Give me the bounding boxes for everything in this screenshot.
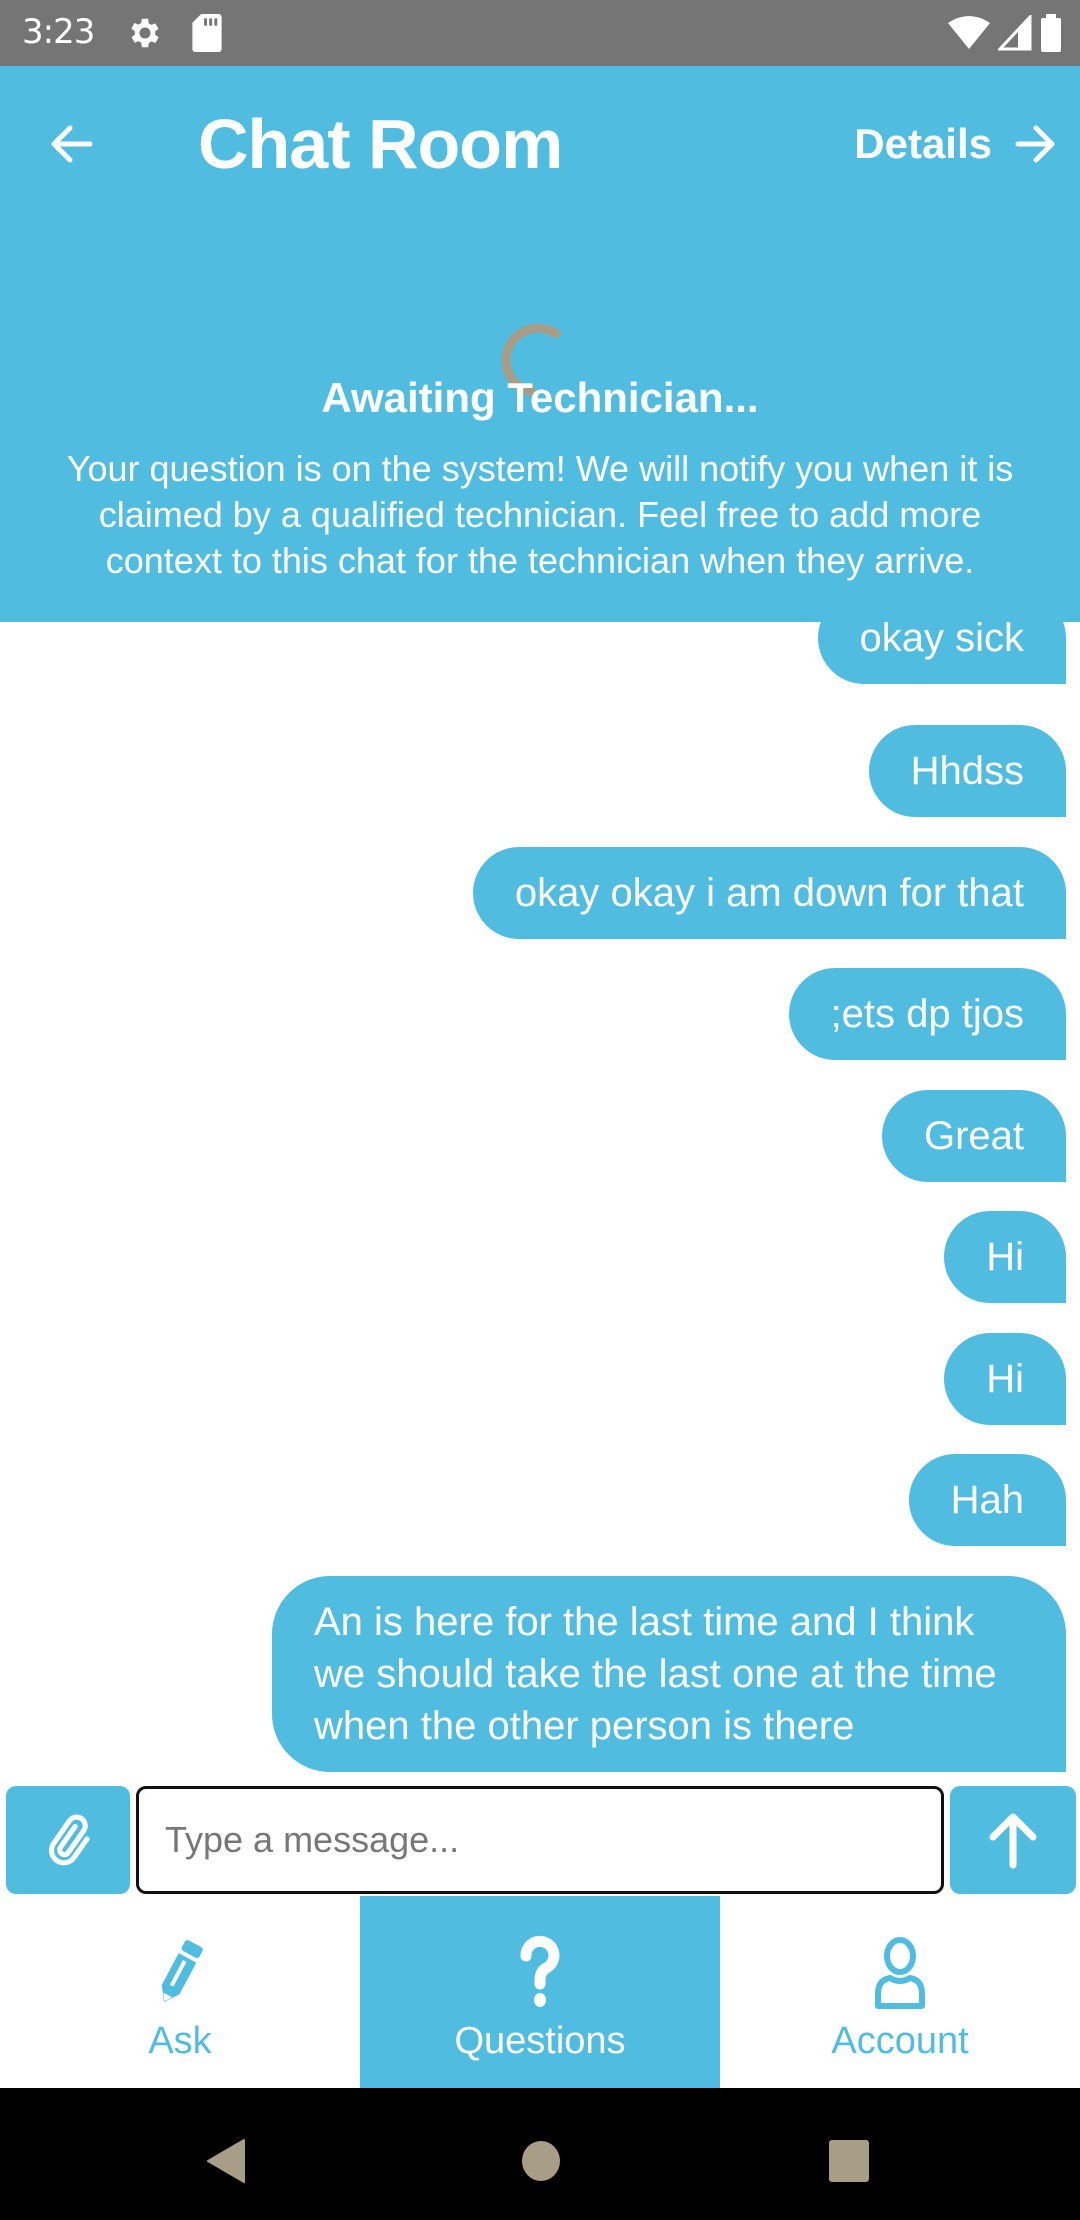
home-circle-icon[interactable] [518,2138,564,2184]
message-bubble: ;ets dp tjos [788,968,1066,1060]
message-bubble: Hi [944,1333,1066,1425]
arrow-right-icon [1015,125,1055,163]
message-bubble: okay okay i am down for that [472,847,1066,939]
nav-label: Ask [148,2020,212,2062]
message-bubble: Great [881,1090,1066,1182]
nav-tab-account[interactable]: Account [720,1896,1080,2088]
status-bar: 3:23 [0,0,1080,66]
system-navigation-bar [0,2088,1080,2220]
user-icon [875,1937,925,2009]
cell-signal-icon [998,15,1032,51]
page-title: Chat Room [198,105,563,183]
message-bubble: Hhdss [868,725,1066,817]
back-triangle-icon[interactable] [204,2138,250,2184]
attach-button[interactable] [6,1786,130,1894]
nav-tab-questions[interactable]: Questions [360,1896,720,2088]
status-description: Your question is on the system! We will … [66,448,1014,581]
message-bubble: Hah [908,1454,1066,1546]
battery-icon [1041,14,1061,52]
message-bubble: An is here for the last time and I think… [272,1576,1066,1772]
recents-square-icon[interactable] [826,2138,872,2184]
nav-tab-ask[interactable]: Ask [0,1896,360,2088]
gear-icon [131,18,159,48]
chat-header: Chat Room Details Awaiting Technician...… [0,66,1080,622]
pencil-icon [161,1940,203,2003]
chat-messages[interactable]: okay sick Hhdss okay okay i am down for … [0,622,1080,1784]
status-time: 3:23 [22,12,95,52]
back-arrow-icon[interactable] [44,116,100,172]
message-bubble: Hi [944,1211,1066,1303]
details-label: Details [854,120,992,167]
question-mark-icon [520,1935,560,2007]
nav-label: Account [831,2020,969,2062]
paperclip-icon [48,1814,90,1866]
details-button[interactable]: Details [854,116,1058,172]
status-right-icons [948,14,1062,52]
nav-label: Questions [454,2020,626,2062]
message-composer [0,1784,1080,1896]
arrow-up-icon [989,1813,1037,1869]
message-bubble: okay sick [817,622,1066,684]
sd-card-icon [192,14,222,52]
send-button[interactable] [950,1786,1076,1894]
message-input[interactable] [136,1786,944,1894]
wifi-icon [948,16,990,49]
status-title: Awaiting Technician... [321,374,759,421]
bottom-navigation: Ask Questions Account [0,1896,1080,2088]
